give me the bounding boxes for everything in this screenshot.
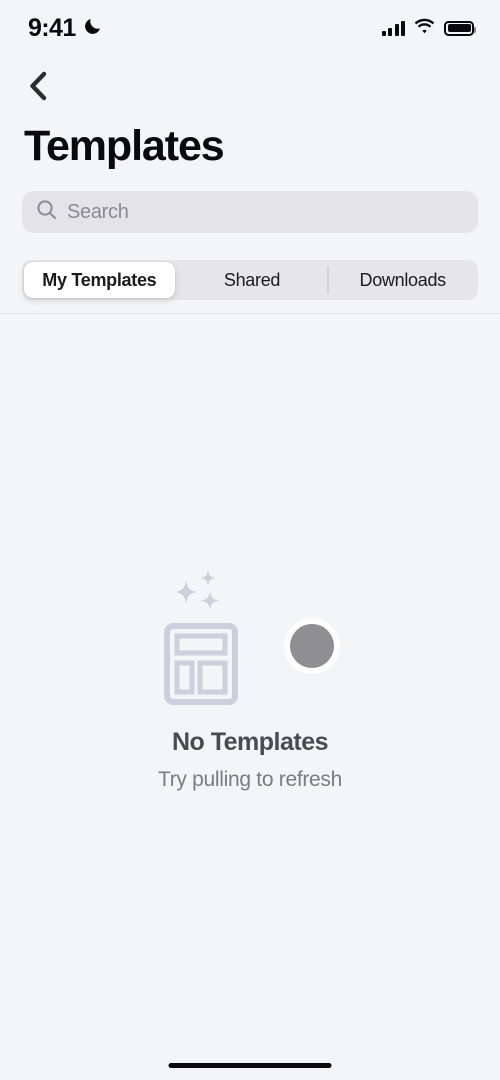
search-icon <box>36 199 57 225</box>
chevron-left-icon <box>27 71 49 106</box>
page-title: Templates <box>24 122 225 170</box>
search-input[interactable]: Search <box>22 191 478 233</box>
template-layout-icon <box>164 623 238 710</box>
tab-shared[interactable]: Shared <box>177 260 328 300</box>
empty-state-illustration <box>150 560 350 710</box>
tab-my-templates[interactable]: My Templates <box>24 262 175 298</box>
empty-state-title: No Templates <box>171 728 329 756</box>
status-bar-right <box>381 18 476 39</box>
moon-icon <box>83 16 103 41</box>
wifi-icon <box>414 18 435 39</box>
status-bar: 9:41 <box>0 0 500 56</box>
home-indicator[interactable] <box>168 1063 332 1068</box>
refresh-spinner-puck <box>290 624 334 668</box>
sparkles-icon <box>168 570 228 625</box>
back-button[interactable] <box>20 70 56 106</box>
cellular-signal-icon <box>381 20 405 36</box>
empty-state-subtitle: Try pulling to refresh <box>157 768 343 791</box>
status-time: 9:41 <box>28 13 76 42</box>
search-placeholder: Search <box>67 200 129 223</box>
segmented-control[interactable]: My Templates Shared Downloads <box>22 260 478 300</box>
status-bar-left: 9:41 <box>28 13 103 42</box>
empty-state: No Templates Try pulling to refresh <box>0 560 500 792</box>
tab-downloads[interactable]: Downloads <box>327 260 478 300</box>
battery-full-icon <box>444 20 476 36</box>
header-divider <box>0 313 500 314</box>
